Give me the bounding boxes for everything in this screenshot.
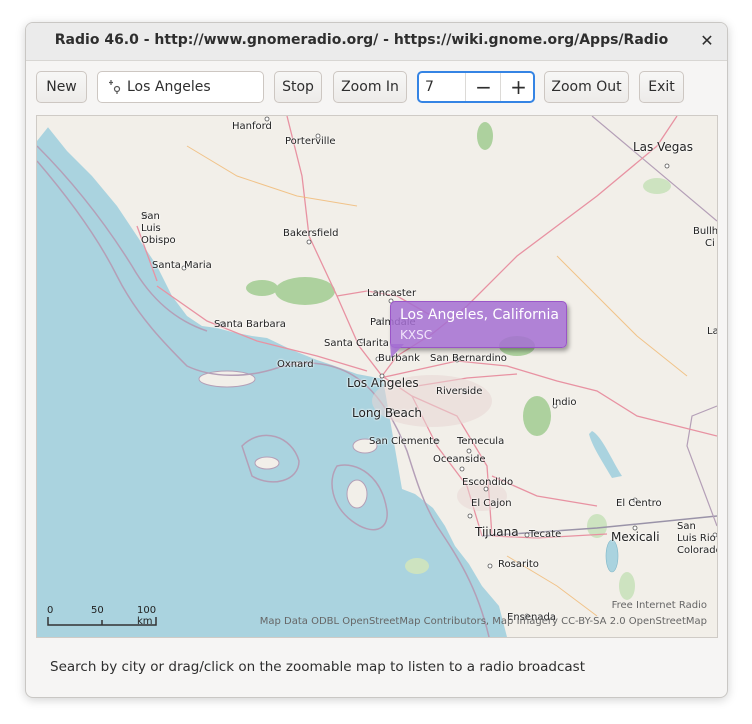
map-label: Hanford	[232, 121, 272, 132]
increase-zoom-button[interactable]: +	[500, 73, 533, 101]
map-label: El Centro	[616, 498, 662, 509]
location-icon	[109, 80, 121, 94]
new-button[interactable]: New	[36, 71, 87, 103]
decrease-zoom-button[interactable]: −	[465, 73, 501, 101]
zoom-level-spinner[interactable]: − +	[417, 71, 535, 103]
map-label: Escondido	[462, 477, 514, 488]
map-label: Las Vegas	[633, 140, 693, 154]
map-label: Tijuana	[475, 525, 519, 539]
map-label: Long Beach	[352, 406, 423, 420]
stop-button[interactable]: Stop	[274, 71, 322, 103]
toolbar: New Stop Zoom In − + Zoom Out Exit	[26, 61, 727, 115]
popup-station: KXSC	[400, 328, 433, 342]
map-label: Ci	[705, 238, 715, 249]
map-label: San Luis Obispo	[141, 211, 176, 246]
status-message: Search by city or drag/click on the zoom…	[50, 659, 585, 675]
exit-button[interactable]: Exit	[639, 71, 684, 103]
map-label: Bullh	[693, 226, 718, 237]
map-view[interactable]: Hanford Porterville Las Vegas San Luis O…	[36, 115, 718, 638]
popup-location: Los Angeles, California	[400, 307, 559, 323]
map-label: Los Angeles	[347, 376, 419, 390]
map-label: San Luis Rio Colorado	[677, 521, 717, 556]
location-search-field[interactable]	[97, 71, 264, 103]
title-bar: Radio 46.0 - http://www.gnomeradio.org/ …	[26, 23, 727, 61]
map-scale: 0 50 100 km	[47, 605, 157, 629]
scale-bar	[47, 617, 157, 626]
map-label: San Bernardino	[430, 353, 507, 364]
popup-pointer	[390, 344, 404, 358]
map-label: Oxnard	[277, 359, 314, 370]
zoom-level-input[interactable]	[425, 78, 461, 96]
map-label: Santa Maria	[152, 260, 212, 271]
map-label: La	[707, 326, 718, 337]
scale-label: 0	[47, 605, 54, 616]
map-label: Riverside	[436, 386, 483, 397]
map-label: Bakersfield	[283, 228, 339, 239]
map-label: Lancaster	[367, 288, 417, 299]
app-window: Radio 46.0 - http://www.gnomeradio.org/ …	[25, 22, 728, 698]
location-search-input[interactable]	[127, 78, 257, 96]
map-label: El Cajon	[471, 498, 512, 509]
scale-label: 50	[91, 605, 104, 616]
zoom-out-button[interactable]: Zoom Out	[544, 71, 629, 103]
map-label: Mexicali	[611, 530, 660, 544]
map-label: Tecate	[529, 529, 562, 540]
map-attribution: Map Data ODBL OpenStreetMap Contributors…	[259, 616, 707, 627]
close-icon[interactable]: ✕	[697, 31, 717, 51]
map-label: Oceanside	[433, 454, 486, 465]
map-label: Santa Barbara	[214, 319, 286, 330]
map-label: Indio	[552, 397, 577, 408]
map-label: Rosarito	[498, 559, 539, 570]
map-label: San Clemente	[369, 436, 440, 447]
map-credit: Free Internet Radio	[611, 600, 707, 611]
map-label: Santa Clarita	[324, 338, 389, 349]
map-label: Porterville	[285, 136, 336, 147]
window-title: Radio 46.0 - http://www.gnomeradio.org/ …	[54, 32, 669, 48]
station-popup[interactable]: Los Angeles, California KXSC	[390, 301, 567, 348]
map-label: Temecula	[457, 436, 505, 447]
zoom-in-button[interactable]: Zoom In	[333, 71, 407, 103]
